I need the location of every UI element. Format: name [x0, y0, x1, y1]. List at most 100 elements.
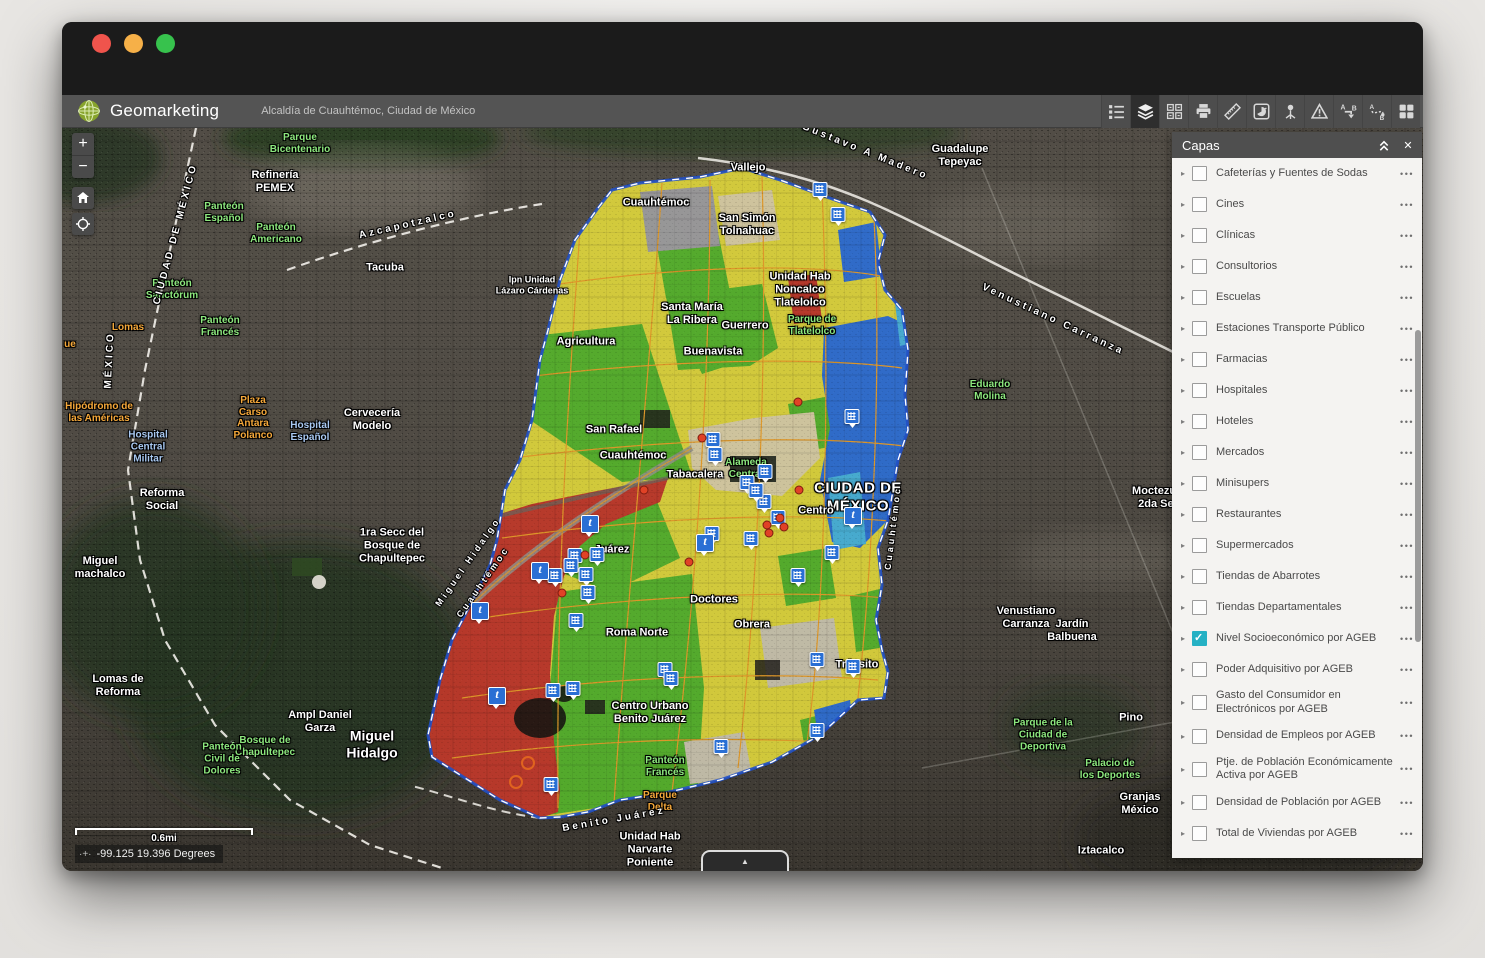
expand-caret-icon[interactable]: ▸: [1181, 634, 1192, 643]
poi-marker[interactable]: [564, 558, 579, 573]
poi-marker[interactable]: [714, 739, 729, 754]
poi-dot[interactable]: [640, 486, 649, 495]
poi-dot[interactable]: [698, 434, 707, 443]
layer-checkbox[interactable]: [1192, 826, 1207, 841]
layer-options-button[interactable]: •••: [1400, 355, 1414, 365]
expand-caret-icon[interactable]: ▸: [1181, 448, 1192, 457]
poi-marker[interactable]: [845, 409, 860, 424]
layer-checkbox[interactable]: [1192, 795, 1207, 810]
poi-ring[interactable]: [509, 775, 523, 789]
transit-marker[interactable]: [844, 507, 862, 525]
directions-button[interactable]: AB: [1333, 95, 1362, 128]
close-window-button[interactable]: [92, 34, 111, 53]
layer-checkbox[interactable]: [1192, 352, 1207, 367]
layer-checkbox[interactable]: [1192, 321, 1207, 336]
basemap-gallery-button[interactable]: [1159, 95, 1188, 128]
transit-marker[interactable]: [581, 515, 599, 533]
poi-marker[interactable]: [548, 568, 563, 583]
layer-checkbox[interactable]: [1192, 762, 1207, 777]
layer-options-button[interactable]: •••: [1400, 231, 1414, 241]
expand-caret-icon[interactable]: ▸: [1181, 603, 1192, 612]
zoom-window-button[interactable]: [156, 34, 175, 53]
panel-scrollbar[interactable]: [1415, 330, 1421, 642]
scrollbar-thumb[interactable]: [1415, 330, 1421, 642]
poi-marker[interactable]: [590, 547, 605, 562]
layer-checkbox[interactable]: [1192, 507, 1207, 522]
layer-options-button[interactable]: •••: [1400, 572, 1414, 582]
layer-options-button[interactable]: •••: [1400, 293, 1414, 303]
poi-marker[interactable]: [810, 723, 825, 738]
expand-caret-icon[interactable]: ▸: [1181, 169, 1192, 178]
layer-checkbox[interactable]: [1192, 476, 1207, 491]
layer-options-button[interactable]: •••: [1400, 200, 1414, 210]
layer-options-button[interactable]: •••: [1400, 510, 1414, 520]
expand-caret-icon[interactable]: ▸: [1181, 829, 1192, 838]
layer-options-button[interactable]: •••: [1400, 698, 1414, 708]
layer-options-button[interactable]: •••: [1400, 731, 1414, 741]
expand-caret-icon[interactable]: ▸: [1181, 386, 1192, 395]
layer-options-button[interactable]: •••: [1400, 479, 1414, 489]
expand-caret-icon[interactable]: ▸: [1181, 324, 1192, 333]
layer-options-button[interactable]: •••: [1400, 634, 1414, 644]
attribution-toggle[interactable]: ▲: [701, 850, 789, 871]
layer-options-button[interactable]: •••: [1400, 386, 1414, 396]
layer-checkbox[interactable]: [1192, 445, 1207, 460]
poi-marker[interactable]: [813, 182, 828, 197]
nearby-button[interactable]: [1275, 95, 1304, 128]
layer-options-button[interactable]: •••: [1400, 417, 1414, 427]
home-button[interactable]: [72, 187, 94, 209]
poi-dot[interactable]: [765, 529, 774, 538]
poi-dot[interactable]: [780, 523, 789, 532]
layer-checkbox[interactable]: [1192, 228, 1207, 243]
layer-options-button[interactable]: •••: [1400, 603, 1414, 613]
poi-marker[interactable]: [846, 659, 861, 674]
measure-button[interactable]: [1217, 95, 1246, 128]
poi-marker[interactable]: [810, 652, 825, 667]
poi-marker[interactable]: [744, 531, 759, 546]
poi-marker[interactable]: [749, 483, 764, 498]
poi-marker[interactable]: [825, 545, 840, 560]
poi-dot[interactable]: [776, 514, 785, 523]
transit-marker[interactable]: [471, 602, 489, 620]
layer-checkbox[interactable]: [1192, 383, 1207, 398]
layer-checkbox[interactable]: [1192, 538, 1207, 553]
poi-dot[interactable]: [581, 551, 590, 560]
poi-dot[interactable]: [794, 398, 803, 407]
expand-caret-icon[interactable]: ▸: [1181, 355, 1192, 364]
layer-checkbox[interactable]: [1192, 600, 1207, 615]
layer-options-button[interactable]: •••: [1400, 764, 1414, 774]
expand-caret-icon[interactable]: ▸: [1181, 510, 1192, 519]
expand-caret-icon[interactable]: ▸: [1181, 262, 1192, 271]
layer-checkbox[interactable]: [1192, 166, 1207, 181]
zoom-out-button[interactable]: −: [72, 155, 94, 178]
expand-caret-icon[interactable]: ▸: [1181, 479, 1192, 488]
poi-marker[interactable]: [706, 432, 721, 447]
layer-checkbox[interactable]: [1192, 631, 1207, 646]
map-canvas[interactable]: Guadalupe TepeyacVallejoGustavo A Madero…: [62, 128, 1423, 871]
poi-marker[interactable]: [581, 585, 596, 600]
poi-marker[interactable]: [831, 207, 846, 222]
layer-checkbox[interactable]: [1192, 259, 1207, 274]
poi-marker[interactable]: [546, 683, 561, 698]
layer-checkbox[interactable]: [1192, 569, 1207, 584]
layer-options-button[interactable]: •••: [1400, 665, 1414, 675]
expand-caret-icon[interactable]: ▸: [1181, 541, 1192, 550]
layer-options-button[interactable]: •••: [1400, 169, 1414, 179]
close-panel-button[interactable]: ✕: [1396, 132, 1420, 158]
layer-checkbox[interactable]: [1192, 729, 1207, 744]
minimize-window-button[interactable]: [124, 34, 143, 53]
expand-caret-icon[interactable]: ▸: [1181, 231, 1192, 240]
route-button[interactable]: AB: [1362, 95, 1391, 128]
print-button[interactable]: [1188, 95, 1217, 128]
poi-dot[interactable]: [558, 589, 567, 598]
layer-options-button[interactable]: •••: [1400, 798, 1414, 808]
expand-caret-icon[interactable]: ▸: [1181, 732, 1192, 741]
poi-marker[interactable]: [544, 777, 559, 792]
expand-caret-icon[interactable]: ▸: [1181, 665, 1192, 674]
poi-marker[interactable]: [569, 613, 584, 628]
expand-caret-icon[interactable]: ▸: [1181, 200, 1192, 209]
layer-options-button[interactable]: •••: [1400, 541, 1414, 551]
poi-marker[interactable]: [708, 447, 723, 462]
layer-options-button[interactable]: •••: [1400, 324, 1414, 334]
expand-caret-icon[interactable]: ▸: [1181, 572, 1192, 581]
